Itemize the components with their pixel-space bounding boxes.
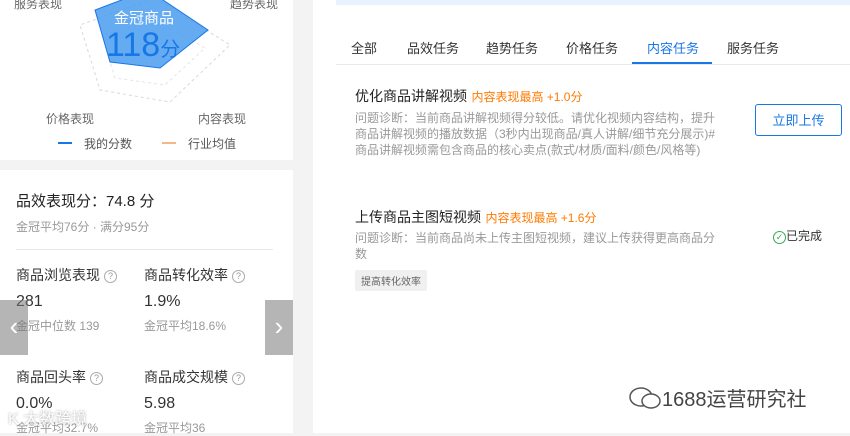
task-2-tag: 内容表现最高 +1.6分 [485, 211, 597, 225]
metric-volume: 商品成交规模? 5.98 金冠平均36 [144, 367, 245, 436]
help-icon[interactable]: ? [104, 270, 117, 283]
legend-industry-swatch [162, 142, 176, 144]
metric-repurchase-title: 商品回头率 [16, 369, 86, 385]
task-1-description: 问题诊断：当前商品讲解视频得分较低。请优化视频内容结构，提升商品讲解视频的播放数… [355, 111, 716, 157]
radar-center-title: 金冠商品 [114, 10, 175, 27]
tab-service-task[interactable]: 服务任务 [727, 38, 779, 57]
watermark-left: K 大数跨境 [8, 411, 88, 428]
help-icon[interactable]: ? [90, 372, 103, 385]
task-1-header: 优化商品讲解视频 内容表现最高 +1.0分 [355, 86, 582, 106]
radar-axis-service: 服务表现 [14, 0, 63, 11]
task-2-title: 上传商品主图短视频 [355, 209, 481, 225]
tab-content-task[interactable]: 内容任务 [647, 38, 699, 57]
metric-conversion-sub: 金冠平均18.6% [144, 319, 227, 333]
task-2-header: 上传商品主图短视频 内容表现最高 +1.6分 [355, 207, 596, 227]
tab-performance-task[interactable]: 品效任务 [407, 38, 459, 57]
score-unit: 分 [160, 39, 181, 61]
metric-volume-sub: 金冠平均36 [144, 421, 206, 435]
upload-now-button[interactable]: 立即上传 [755, 104, 842, 136]
radar-axis-price: 价格表现 [46, 112, 95, 126]
metric-browse-value: 281 [16, 293, 43, 310]
check-circle-icon: ✓ [773, 231, 786, 244]
task-1-tag: 内容表现最高 +1.0分 [471, 90, 583, 104]
metric-conversion: 商品转化效率? 1.9% 金冠平均18.6% [144, 265, 245, 334]
help-icon[interactable]: ? [232, 372, 245, 385]
radar-axis-content: 内容表现 [198, 112, 247, 126]
watermark: 1688运营研究社 [628, 383, 807, 412]
prev-arrow-button[interactable]: ‹ [0, 300, 28, 355]
tab-all[interactable]: 全部 [351, 38, 377, 57]
metric-browse: 商品浏览表现? 281 金冠中位数 139 [16, 265, 117, 334]
tab-price-task[interactable]: 价格任务 [566, 38, 618, 57]
radar-score: 118分 [106, 26, 180, 65]
score-value: 118 [106, 26, 161, 64]
watermark-text: 1688运营研究社 [662, 389, 807, 411]
metric-volume-title: 商品成交规模 [144, 369, 228, 385]
legend-mine-swatch [58, 142, 72, 144]
task-1-title: 优化商品讲解视频 [355, 88, 467, 104]
legend-mine-label: 我的分数 [84, 137, 133, 151]
task-2-chip: 提高转化效率 [355, 270, 427, 291]
tab-trend-task[interactable]: 趋势任务 [486, 38, 538, 57]
legend-industry-label: 行业均值 [188, 137, 237, 151]
radar-axis-trend: 趋势表现 [230, 0, 279, 11]
summary-title: 品效表现分：74.8 分 [16, 193, 155, 210]
metric-browse-sub: 金冠中位数 139 [16, 319, 100, 333]
metric-volume-value: 5.98 [144, 395, 176, 412]
wechat-icon [628, 386, 662, 410]
help-icon[interactable]: ? [232, 270, 245, 283]
top-banner-strip [336, 0, 850, 5]
tab-bar-divider [336, 64, 850, 65]
task-2-description: 问题诊断：当前商品尚未上传主图短视频，建议上传获得更高商品分数 [355, 231, 716, 261]
summary-subtitle: 金冠平均76分 · 满分95分 [16, 220, 150, 234]
metric-conversion-value: 1.9% [144, 293, 181, 310]
metric-browse-title: 商品浏览表现 [16, 267, 100, 283]
active-tab-indicator [632, 62, 712, 64]
next-arrow-button[interactable]: › [265, 300, 293, 355]
summary-divider [16, 249, 273, 250]
task-2-status: ✓ 已完成 [773, 227, 822, 244]
metric-conversion-title: 商品转化效率 [144, 267, 228, 283]
task-2-status-label: 已完成 [786, 229, 823, 243]
